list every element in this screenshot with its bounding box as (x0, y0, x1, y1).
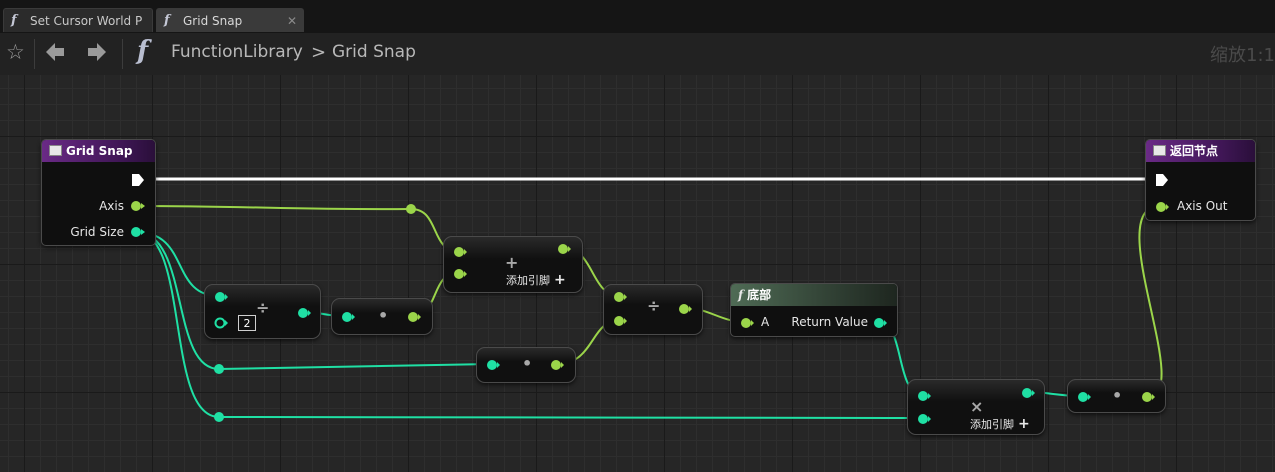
add-pin-button[interactable]: 添加引脚 + (970, 416, 1030, 432)
unconnected-pin-icon[interactable] (214, 317, 228, 329)
int-pin-icon[interactable] (1021, 387, 1035, 399)
add-icon: + (505, 253, 519, 272)
multiply-icon: × (970, 397, 984, 416)
int-pin-icon[interactable] (341, 311, 355, 323)
pin-label-axis-out: Axis Out (1177, 199, 1228, 213)
multiply-node[interactable]: × 添加引脚 + (907, 379, 1045, 435)
int-pin-icon[interactable] (917, 413, 931, 425)
plus-icon: + (554, 272, 566, 288)
divide-icon: ÷ (256, 298, 270, 317)
conversion-node[interactable]: • (1067, 379, 1166, 413)
reroute-knot[interactable] (214, 412, 224, 422)
conversion-node[interactable]: • (331, 298, 433, 335)
wire (1138, 205, 1163, 397)
divide-icon: ÷ (647, 296, 661, 315)
float-pin-icon[interactable] (678, 303, 692, 315)
add-pin-button[interactable]: 添加引脚 + (506, 272, 566, 288)
divide-node[interactable]: ÷ (603, 284, 703, 335)
int-pin-icon[interactable] (486, 359, 500, 371)
int-pin-icon[interactable] (1077, 391, 1091, 403)
float-pin-icon[interactable] (453, 268, 467, 280)
add-node[interactable]: + 添加引脚 + (443, 236, 583, 293)
conversion-node[interactable]: • (476, 347, 576, 383)
float-pin-icon[interactable] (613, 291, 627, 303)
pin-label-axis: Axis (99, 199, 124, 213)
reroute-knot[interactable] (406, 204, 416, 214)
float-pin-icon[interactable] (557, 243, 571, 255)
int-pin-icon[interactable] (131, 226, 145, 238)
floor-function-node[interactable]: f 底部 A Return Value (730, 283, 898, 337)
float-pin-icon[interactable] (740, 317, 754, 329)
float-pin-icon[interactable] (550, 359, 564, 371)
pin-label-a: A (761, 315, 770, 329)
wire (218, 416, 924, 419)
pin-label-return-value: Return Value (791, 315, 868, 329)
conversion-icon: • (1112, 386, 1123, 405)
function-entry-icon (49, 145, 62, 156)
axis-wire (136, 205, 412, 211)
reroute-knot[interactable] (214, 364, 224, 374)
pin-label-grid-size: Grid Size (70, 225, 124, 239)
return-node-icon (1153, 145, 1166, 156)
int-pin-icon[interactable] (214, 291, 228, 303)
float-pin-icon[interactable] (407, 311, 421, 323)
const-input[interactable]: 2 (238, 315, 256, 331)
float-pin-icon[interactable] (613, 315, 627, 327)
exec-in-pin-icon[interactable] (1155, 173, 1169, 187)
function-icon: f (738, 288, 744, 302)
node-header: f 底部 (731, 284, 897, 306)
function-entry-node[interactable]: Grid Snap Axis Grid Size (41, 139, 156, 246)
node-header: Grid Snap (42, 140, 155, 162)
int-pin-icon[interactable] (297, 307, 311, 319)
float-pin-icon[interactable] (131, 200, 145, 212)
return-node[interactable]: 返回节点 Axis Out (1145, 139, 1256, 221)
float-pin-icon[interactable] (1155, 201, 1169, 213)
conversion-icon: • (522, 354, 533, 373)
int-pin-icon[interactable] (873, 317, 887, 329)
divide-node[interactable]: 2 ÷ (204, 284, 321, 339)
node-header: 返回节点 (1146, 140, 1255, 162)
float-pin-icon[interactable] (1141, 391, 1155, 403)
plus-icon: + (1018, 416, 1030, 432)
wire (218, 363, 492, 370)
int-pin-icon[interactable] (917, 390, 931, 402)
conversion-icon: • (378, 306, 389, 325)
float-pin-icon[interactable] (453, 246, 467, 258)
exec-out-pin-icon[interactable] (131, 173, 145, 187)
